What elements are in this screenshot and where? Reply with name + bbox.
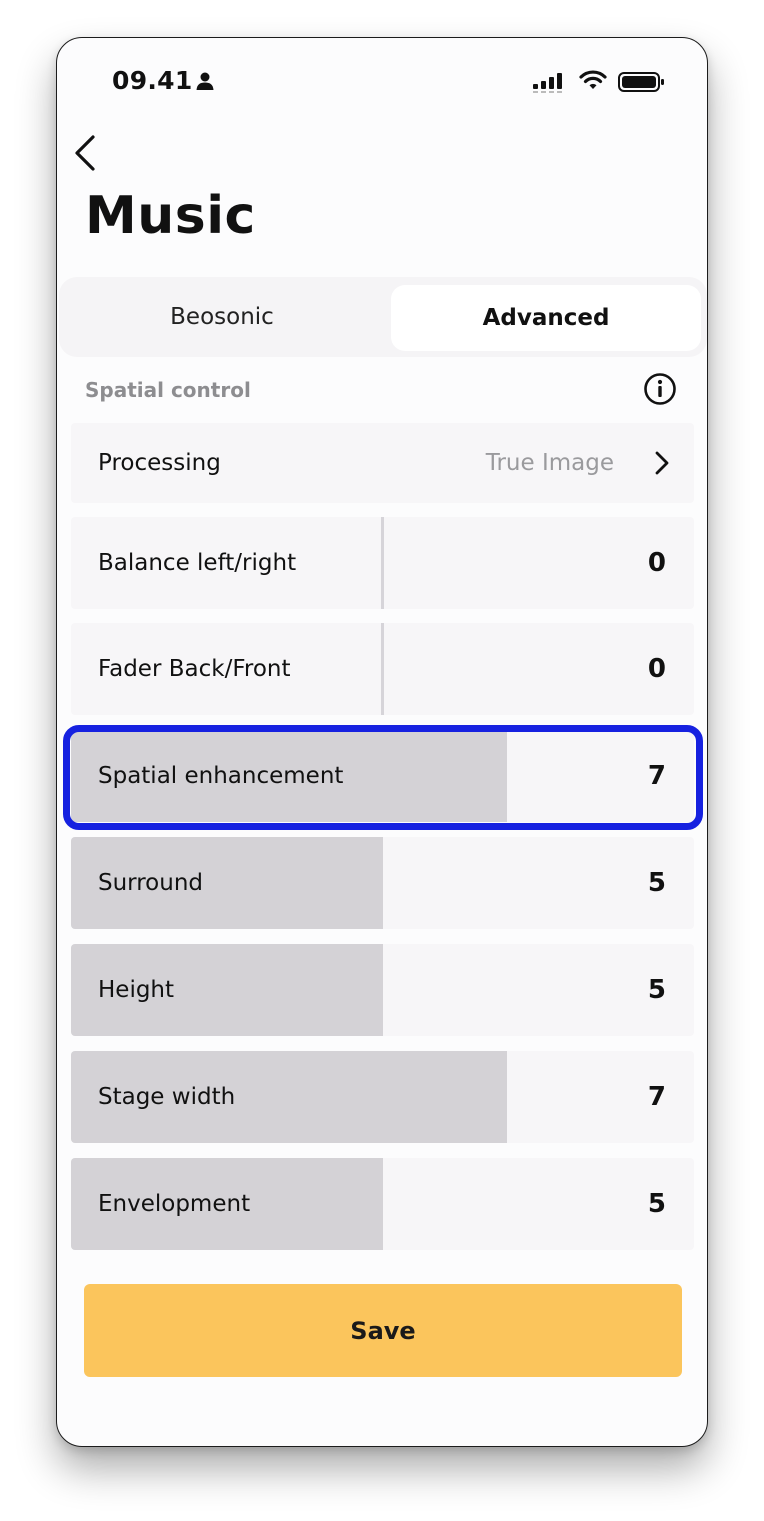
page-title: Music xyxy=(85,186,256,246)
row-label: Balance left/right xyxy=(98,550,297,576)
row-label: Spatial enhancement xyxy=(98,763,344,789)
stage-width-slider-row[interactable]: Stage width 7 xyxy=(71,1051,694,1143)
slider-center-divider xyxy=(381,623,384,715)
processing-label: Processing xyxy=(98,450,221,476)
chevron-right-icon xyxy=(655,451,669,475)
tab-advanced[interactable]: Advanced xyxy=(391,285,701,351)
height-slider-row[interactable]: Height 5 xyxy=(71,944,694,1036)
row-value: 7 xyxy=(647,761,666,791)
save-button[interactable]: Save xyxy=(84,1284,682,1377)
envelopment-slider-row[interactable]: Envelopment 5 xyxy=(71,1158,694,1250)
person-icon xyxy=(196,72,214,90)
status-time: 09.41 xyxy=(112,66,193,95)
slider-center-divider xyxy=(381,517,384,609)
section-label: Spatial control xyxy=(85,378,251,402)
row-value: 0 xyxy=(647,548,666,578)
processing-row[interactable]: Processing True Image xyxy=(71,423,694,503)
tab-bar: Beosonic Advanced xyxy=(59,277,707,357)
row-value: 5 xyxy=(647,1189,666,1219)
surround-slider-row[interactable]: Surround 5 xyxy=(71,837,694,929)
row-label: Surround xyxy=(98,870,204,896)
processing-value: True Image xyxy=(485,450,614,476)
row-value: 5 xyxy=(647,868,666,898)
wifi-icon xyxy=(579,70,607,89)
info-icon[interactable] xyxy=(643,372,677,406)
balance-slider-row[interactable]: Balance left/right 0 xyxy=(71,517,694,609)
row-label: Height xyxy=(98,977,175,1003)
signal-icon xyxy=(533,73,562,93)
battery-icon xyxy=(618,72,664,92)
fader-slider-row[interactable]: Fader Back/Front 0 xyxy=(71,623,694,715)
phone-screen: 09.41 Music Beosonic Advanced Spatial co… xyxy=(56,37,708,1447)
spatial-enhancement-slider-row[interactable]: Spatial enhancement 7 xyxy=(71,730,694,822)
tab-beosonic[interactable]: Beosonic xyxy=(59,277,385,357)
chevron-left-icon[interactable] xyxy=(67,133,107,173)
row-value: 5 xyxy=(647,975,666,1005)
row-label: Fader Back/Front xyxy=(98,656,291,682)
row-label: Envelopment xyxy=(98,1191,251,1217)
row-label: Stage width xyxy=(98,1084,236,1110)
row-value: 7 xyxy=(647,1082,666,1112)
row-value: 0 xyxy=(647,654,666,684)
